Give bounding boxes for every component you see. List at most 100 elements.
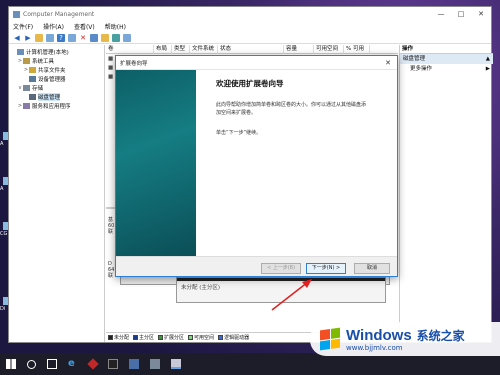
legend-label: 扩展分区 [164,335,185,341]
app-icon[interactable] [129,359,139,369]
view-icon[interactable] [123,33,131,42]
legend-item: 未分配 [108,334,129,341]
column-header[interactable]: 可用空间 [314,45,344,54]
legend-item: 主分区 [133,334,154,341]
properties-icon[interactable] [68,33,76,42]
tree-item-label: 设备管理器 [38,76,66,83]
tree-item[interactable]: 设备管理器 [9,74,104,83]
tools-icon [23,57,30,64]
column-header[interactable]: 状态 [218,45,284,54]
wizard-title: 扩展卷向导 [120,60,148,67]
unallocated-partition[interactable]: 未分配 (主分区) [176,277,386,303]
tree-item[interactable]: > 服务和应用程序 [9,101,104,110]
actions-section[interactable]: 磁盘管理 ▲ [400,54,493,64]
legend-swatch [158,335,164,340]
delete-icon[interactable]: ✕ [79,34,87,42]
show-hide-tree-icon[interactable] [46,33,54,42]
app-icon[interactable] [87,358,99,370]
legend-swatch [108,335,113,340]
internet-explorer-icon[interactable]: e [68,359,78,369]
tree-item-label: 服务和应用程序 [32,103,71,110]
computer-management-icon [13,10,20,18]
forward-icon[interactable]: ▶ [24,34,32,42]
volume-list-header: 卷 布局 类型 文件系统 状态 容量 可用空间 % 可用 [106,45,398,54]
back-icon[interactable]: ◀ [13,34,21,42]
wizard-close-button[interactable]: ✕ [379,59,397,67]
windows-logo-icon [320,327,340,351]
legend-swatch [218,335,224,340]
tree-item-label: 共享文件夹 [38,67,66,74]
menu-view[interactable]: 查看(V) [74,22,95,31]
legend-item: 扩展分区 [158,334,184,341]
tree-item[interactable]: 计算机管理(本地) [9,47,104,56]
tree-item-label: 存储 [32,85,44,92]
menu-help[interactable]: 帮助(H) [105,22,126,31]
tree-item[interactable]: v 存储 [9,83,104,92]
command-prompt-icon[interactable] [108,359,118,369]
actions-pane: 操作 磁盘管理 ▲ 更多操作 ▶ [399,45,493,342]
legend-label: 逻辑驱动器 [224,335,250,341]
tree-item[interactable]: > 系统工具 [9,56,104,65]
computer-icon [17,48,24,55]
legend-label: 主分区 [139,335,155,341]
tree-item-label: 系统工具 [32,58,55,65]
minimize-button[interactable]: — [431,10,451,18]
task-view-icon[interactable] [47,359,57,369]
wizard-body: 欢迎使用扩展卷向导 此向导帮助你增加简单卷和跨区卷的大小。你可以通过从其他磁盘添… [202,76,392,136]
column-header[interactable]: 布局 [154,45,172,54]
services-icon [23,102,30,109]
app-icon[interactable] [150,359,160,369]
search-icon[interactable] [112,33,120,42]
unallocated-label: 未分配 (主分区) [181,285,221,291]
wizard-footer: < 上一步(B) 下一步(N) > 取消 [116,256,397,276]
tree-item[interactable]: 磁盘管理 [9,92,104,101]
shared-folder-icon [29,66,36,73]
device-manager-icon [29,75,36,82]
disk-icon [29,93,36,100]
chevron-right-icon: ▶ [485,66,490,72]
watermark-brand: Windows [346,326,412,344]
actions-header: 操作 [400,45,493,54]
watermark: Windows 系统之家 www.bjjmlv.com [310,322,500,356]
wizard-heading: 欢迎使用扩展卷向导 [216,79,284,88]
search-icon[interactable] [27,359,36,369]
tree-item-label: 磁盘管理 [38,92,61,101]
start-icon[interactable] [6,359,16,369]
legend-swatch [133,335,139,340]
column-header[interactable]: 类型 [172,45,190,54]
up-folder-icon[interactable] [35,33,43,42]
watermark-url: www.bjjmlv.com [346,343,403,352]
window-title: Computer Management [23,10,95,18]
more-actions-label: 更多操作 [410,66,433,72]
storage-icon [23,84,30,91]
title-bar[interactable]: Computer Management — □ ✕ [9,7,491,21]
previous-button[interactable]: < 上一步(B) [261,263,301,274]
wizard-banner-image [116,70,196,256]
legend-item: 可用空间 [188,334,214,341]
menu-action[interactable]: 操作(A) [43,22,64,31]
next-button[interactable]: 下一步(N) > [306,263,346,274]
menu-file[interactable]: 文件(F) [13,22,33,31]
open-folder-icon[interactable] [101,33,109,42]
column-header[interactable]: 容量 [284,45,314,54]
tree-item-label: 计算机管理(本地) [26,49,69,56]
more-actions-item[interactable]: 更多操作 ▶ [400,64,493,74]
computer-management-taskbar-icon[interactable] [171,359,181,369]
column-header[interactable]: 文件系统 [190,45,218,54]
navigation-tree: 计算机管理(本地) > 系统工具 > 共享文件夹设备管理器 v 存储 磁盘管理 > 服务和应用程序 [9,45,105,342]
close-button[interactable]: ✕ [471,10,491,18]
maximize-button[interactable]: □ [451,10,471,18]
legend-label: 未分配 [114,335,130,341]
collapse-icon: ▲ [485,56,490,62]
column-header[interactable]: 卷 [106,45,154,54]
toolbar: ◀ ▶ ? ✕ [9,32,491,44]
extend-volume-wizard-dialog: 扩展卷向导 ✕ 欢迎使用扩展卷向导 此向导帮助你增加简单卷和跨区卷的大小。你可以… [115,55,398,277]
checkmark-icon[interactable] [90,33,98,42]
cancel-button[interactable]: 取消 [354,263,390,274]
wizard-description: 此向导帮助你增加简单卷和跨区卷的大小。你可以通过从其他磁盘添加空间来扩展卷。 [216,102,367,116]
help-icon[interactable]: ? [57,33,65,42]
legend-item: 逻辑驱动器 [218,334,249,341]
tree-item[interactable]: > 共享文件夹 [9,65,104,74]
wizard-title-bar[interactable]: 扩展卷向导 ✕ [116,56,397,70]
column-header[interactable]: % 可用 [344,45,370,54]
